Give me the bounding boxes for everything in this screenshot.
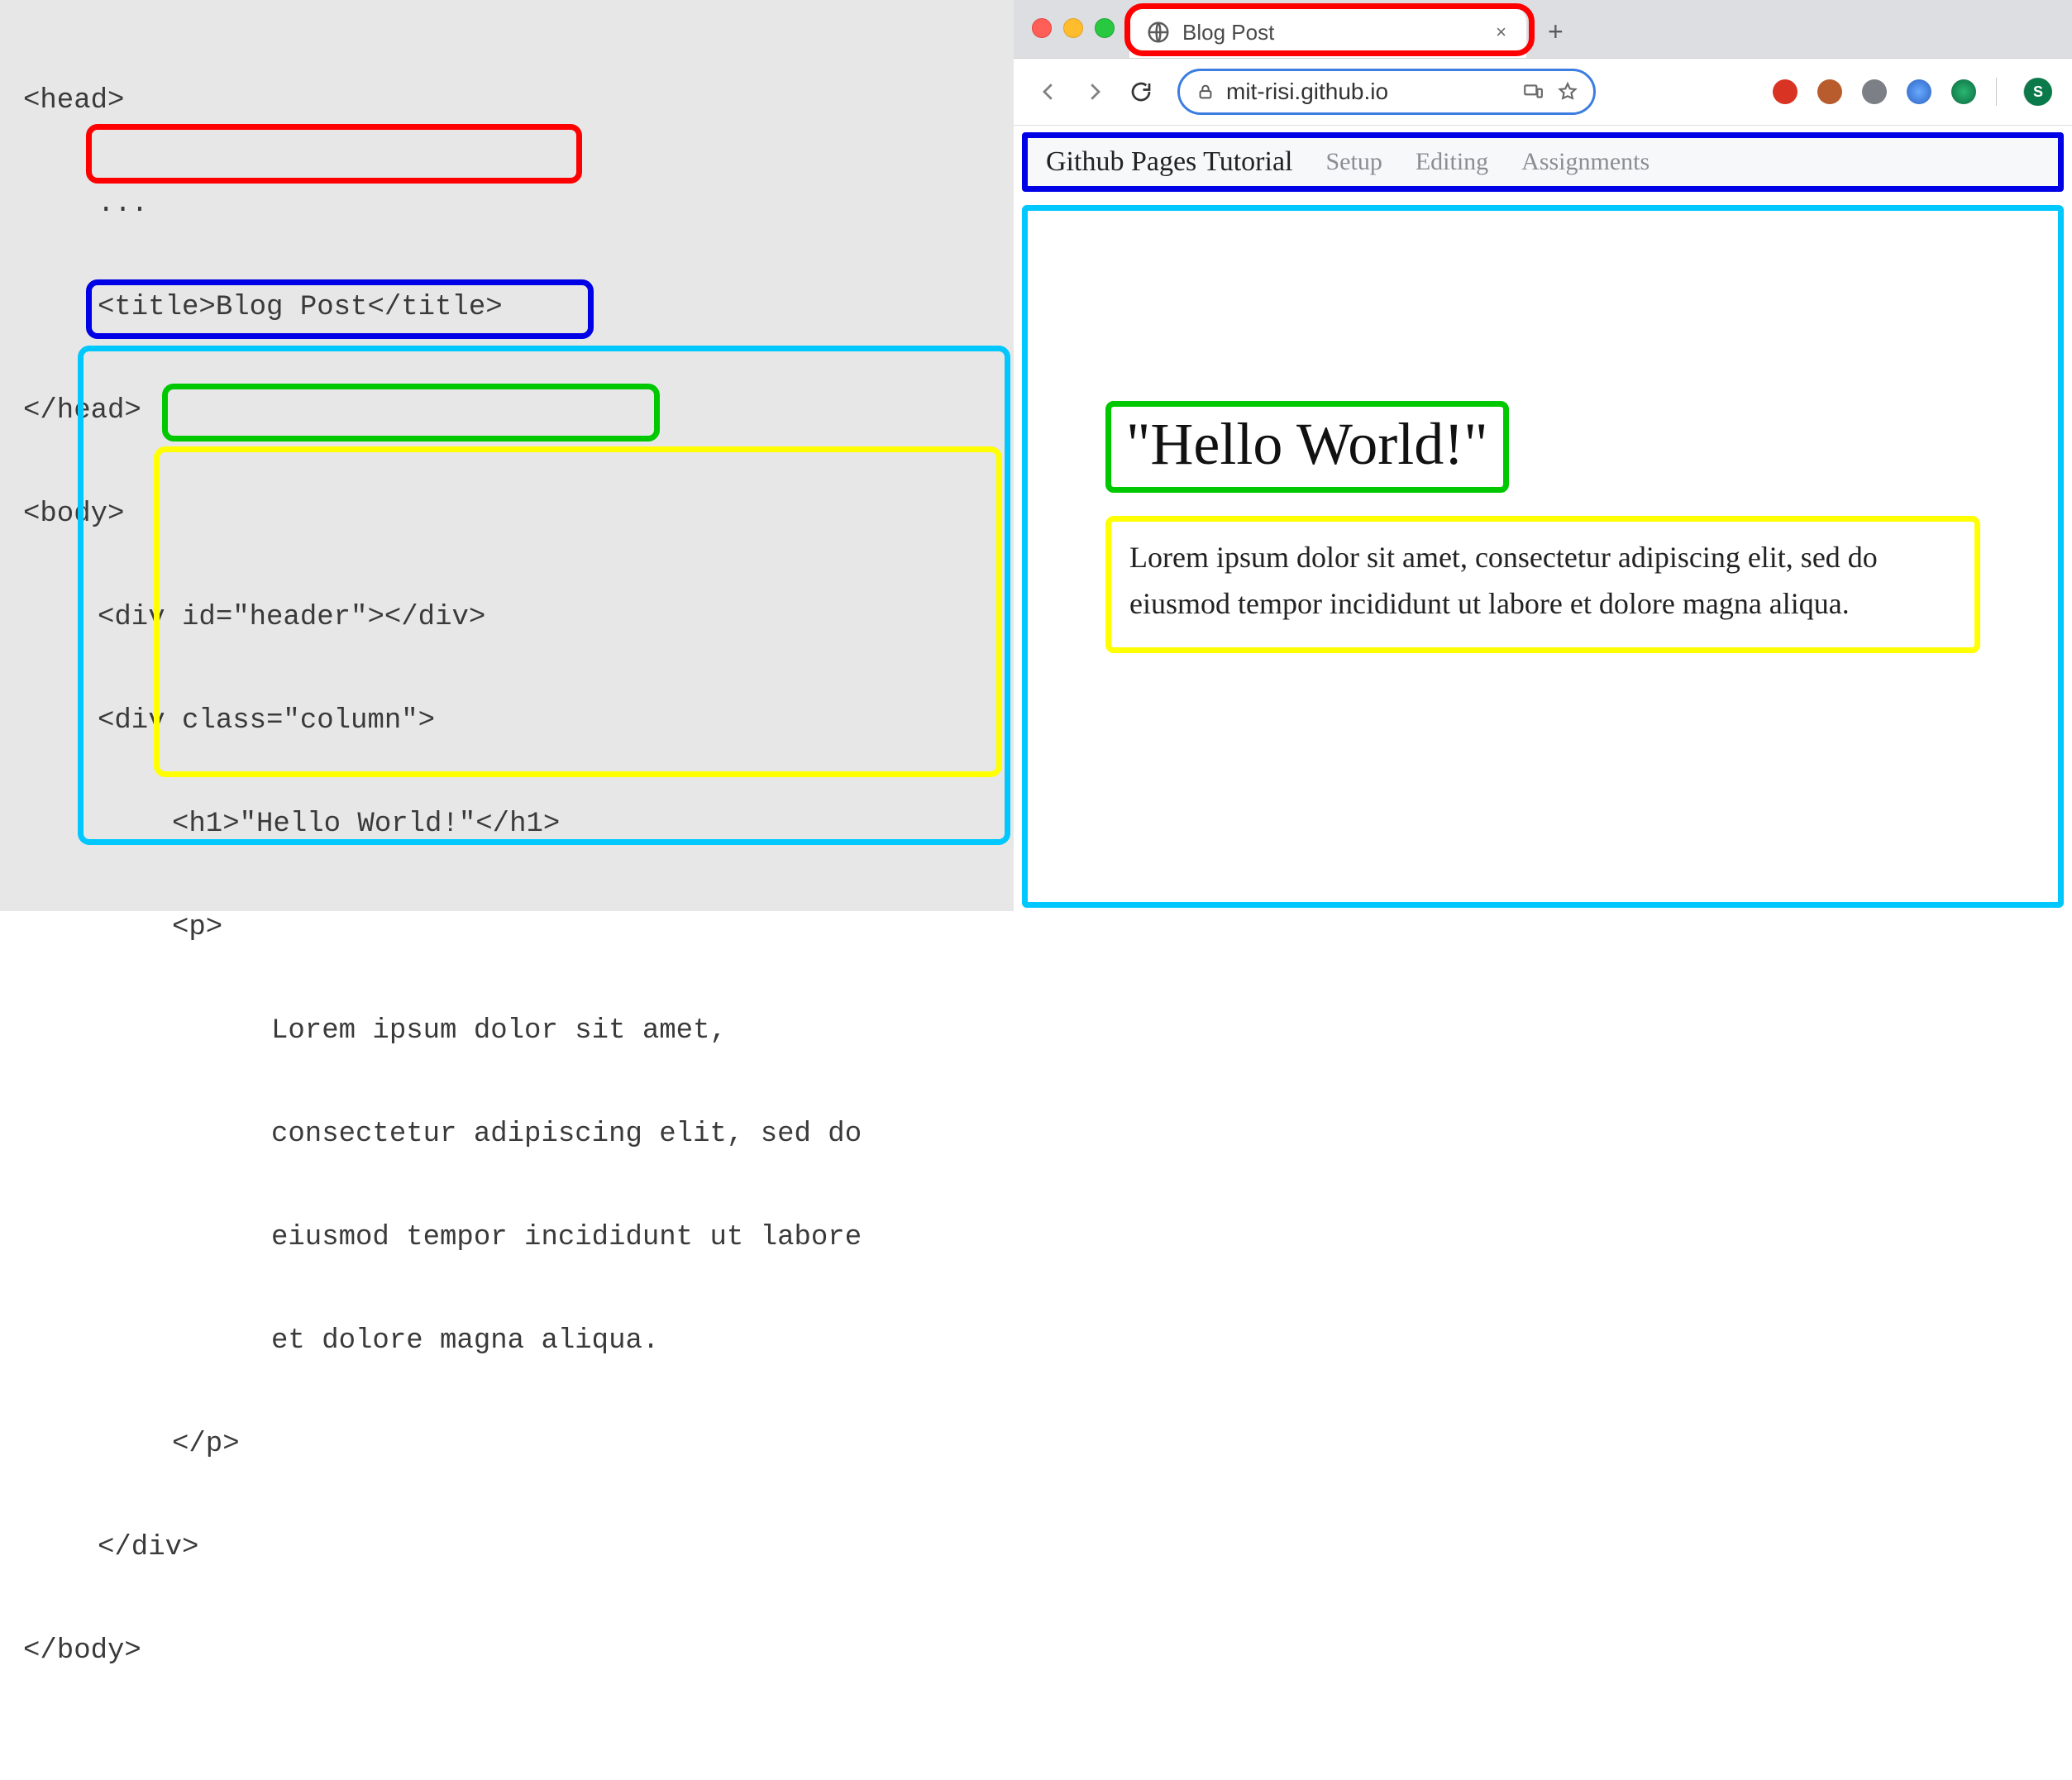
- rendered-page: Github Pages Tutorial Setup Editing Assi…: [1014, 132, 2072, 919]
- arrow-right-icon: [1082, 79, 1107, 104]
- window-controls: [1032, 18, 1115, 38]
- browser-extensions: S: [1773, 78, 2052, 106]
- extension-icon[interactable]: [1907, 79, 1931, 104]
- lock-icon: [1196, 83, 1215, 101]
- profile-avatar[interactable]: S: [2023, 78, 2052, 106]
- code-line: consectetur adipiscing elit, sed do: [271, 1109, 997, 1161]
- code-line-column-open: <div class="column">: [98, 695, 997, 747]
- code-line-title: <title>Blog Post</title>: [98, 282, 997, 334]
- code-line: ...: [98, 179, 997, 231]
- forward-button[interactable]: [1080, 77, 1110, 107]
- code-line: et dolore magna aliqua.: [271, 1315, 997, 1367]
- extension-icon[interactable]: [1862, 79, 1887, 104]
- code-line-p-close: </p>: [172, 1419, 997, 1471]
- code-line-h1: <h1>"Hello World!"</h1>: [172, 799, 997, 851]
- code-line: <head>: [23, 75, 997, 127]
- code-line: </body>: [23, 1625, 997, 1677]
- device-icon[interactable]: [1522, 81, 1544, 103]
- code-block: <head> ... <title>Blog Post</title> </he…: [23, 23, 997, 1780]
- code-panel: <head> ... <title>Blog Post</title> </he…: [0, 0, 1014, 911]
- code-line: </head>: [23, 385, 997, 437]
- back-button[interactable]: [1034, 77, 1063, 107]
- code-line-header-div: <div id="header"></div>: [98, 592, 997, 644]
- star-icon[interactable]: [1557, 81, 1578, 103]
- extension-icon[interactable]: [1817, 79, 1842, 104]
- page-navbar: Github Pages Tutorial Setup Editing Assi…: [1022, 132, 2064, 192]
- address-bar[interactable]: mit-risi.github.io: [1177, 69, 1596, 115]
- navbar-link-setup[interactable]: Setup: [1325, 148, 1382, 176]
- globe-icon: [1146, 20, 1171, 45]
- reload-icon: [1129, 79, 1153, 104]
- navbar-link-assignments[interactable]: Assignments: [1521, 148, 1649, 176]
- page-content-column: "Hello World!" Lorem ipsum dolor sit ame…: [1022, 205, 2064, 908]
- code-line: <body>: [23, 489, 997, 541]
- tab-close-button[interactable]: ×: [1492, 18, 1510, 46]
- browser-mockup: Blog Post × + mit-risi.github.io: [1014, 0, 2072, 911]
- navbar-link-editing[interactable]: Editing: [1416, 148, 1488, 176]
- reload-button[interactable]: [1126, 77, 1156, 107]
- extension-icon[interactable]: [1951, 79, 1976, 104]
- page-paragraph: Lorem ipsum dolor sit amet, consectetur …: [1129, 535, 1956, 628]
- code-line-column-close: </div>: [98, 1522, 997, 1574]
- browser-toolbar: mit-risi.github.io S: [1014, 59, 2072, 126]
- annotation-paragraph-box: Lorem ipsum dolor sit amet, consectetur …: [1105, 516, 1980, 653]
- arrow-left-icon: [1036, 79, 1061, 104]
- window-maximize-button[interactable]: [1095, 18, 1115, 38]
- navbar-brand[interactable]: Github Pages Tutorial: [1046, 146, 1292, 178]
- annotation-h1-box: "Hello World!": [1105, 401, 1509, 493]
- tab-title: Blog Post: [1182, 20, 1492, 45]
- code-line: eiusmod tempor incididunt ut labore: [271, 1212, 997, 1264]
- window-minimize-button[interactable]: [1063, 18, 1083, 38]
- page-heading: "Hello World!": [1126, 411, 1488, 477]
- browser-tabstrip: Blog Post × +: [1014, 0, 2072, 59]
- browser-tab[interactable]: Blog Post ×: [1129, 7, 1526, 58]
- extension-icon[interactable]: [1773, 79, 1797, 104]
- window-close-button[interactable]: [1032, 18, 1052, 38]
- toolbar-separator: [1996, 78, 1997, 106]
- code-line-p-open: <p>: [172, 902, 997, 954]
- new-tab-button[interactable]: +: [1548, 17, 1564, 47]
- code-line: Lorem ipsum dolor sit amet,: [271, 1005, 997, 1057]
